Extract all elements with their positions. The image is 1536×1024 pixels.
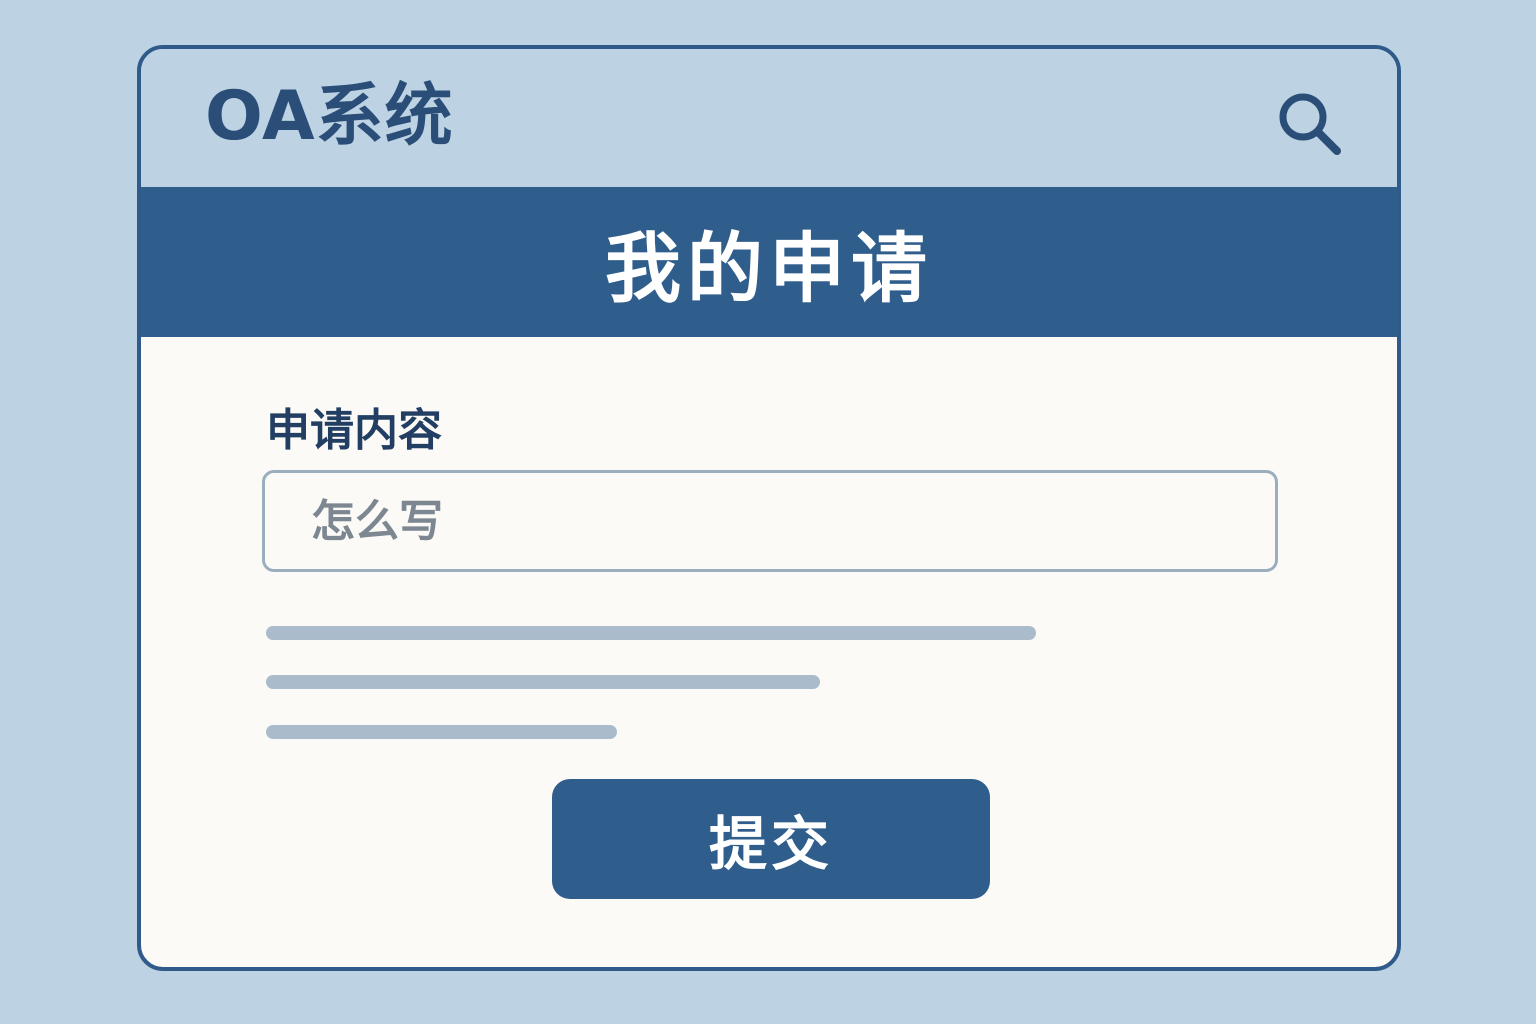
app-window: OA系统 我的申请 申请内容 提交 bbox=[137, 45, 1401, 971]
placeholder-line bbox=[266, 725, 617, 739]
content-label: 申请内容 bbox=[266, 405, 442, 456]
placeholder-line bbox=[266, 675, 820, 689]
top-bar: OA系统 bbox=[141, 49, 1397, 187]
search-icon[interactable] bbox=[1275, 89, 1345, 159]
submit-button[interactable]: 提交 bbox=[552, 779, 990, 899]
page-title: 我的申请 bbox=[605, 224, 933, 313]
app-title: OA系统 bbox=[205, 77, 454, 156]
placeholder-line bbox=[266, 626, 1036, 640]
content-input[interactable] bbox=[262, 470, 1278, 572]
page-banner: 我的申请 bbox=[141, 187, 1397, 337]
